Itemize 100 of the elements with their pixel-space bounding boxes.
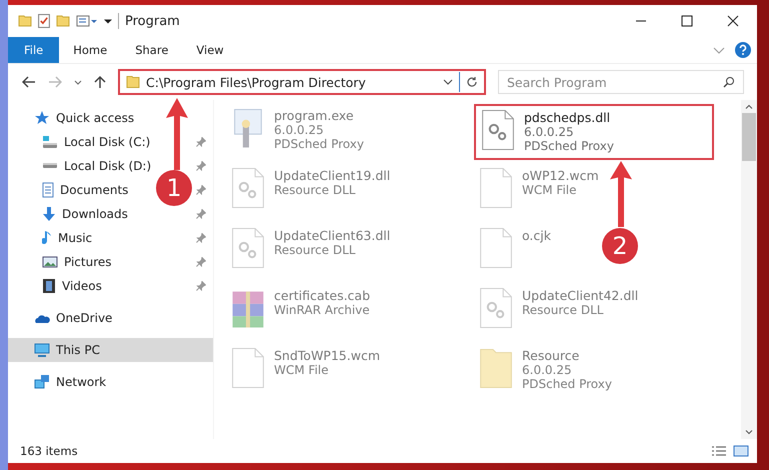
file-detail: PDSched Proxy <box>522 377 612 391</box>
properties-icon[interactable] <box>76 15 98 27</box>
ribbon-tab[interactable]: File <box>8 37 60 63</box>
file-name: o.cjk <box>522 228 551 243</box>
chevron-down-icon[interactable] <box>74 80 82 84</box>
folder-icon <box>480 348 512 388</box>
pin-icon[interactable] <box>196 185 206 195</box>
pin-icon[interactable] <box>196 257 206 267</box>
ribbon-tab[interactable]: Share <box>121 37 182 63</box>
star-icon <box>34 111 50 125</box>
file-detail: WinRAR Archive <box>274 303 370 317</box>
network-icon <box>34 375 50 389</box>
scrollbar-thumb[interactable] <box>742 113 756 161</box>
annotation-arrow <box>166 98 188 170</box>
sidebar-label: OneDrive <box>56 311 112 325</box>
sidebar-label: Local Disk (C:) <box>64 135 150 149</box>
up-arrow-icon[interactable] <box>94 75 106 89</box>
sidebar-label: Videos <box>62 279 102 293</box>
gear-file-icon <box>480 288 512 328</box>
sidebar-label: Music <box>58 231 92 245</box>
sidebar-item[interactable]: Downloads <box>8 202 132 226</box>
blank-file-icon <box>480 228 512 268</box>
file-detail: Resource DLL <box>274 183 356 197</box>
refresh-icon[interactable] <box>466 76 478 88</box>
sidebar-label: Quick access <box>56 111 134 125</box>
sidebar-item[interactable]: Local Disk (C:) <box>8 130 154 154</box>
ribbon-tab[interactable]: View <box>182 37 238 63</box>
file-name: UpdateClient42.dll <box>522 288 638 303</box>
file-detail: Resource DLL <box>274 243 356 257</box>
blank-file-icon <box>232 348 264 388</box>
picture-icon <box>42 256 58 268</box>
sidebar-label: Downloads <box>62 207 128 221</box>
pin-icon[interactable] <box>196 161 206 171</box>
maximize-icon[interactable] <box>681 15 693 27</box>
file-item[interactable]: oWP12.wcm WCM File <box>474 164 605 220</box>
file-item[interactable]: o.cjk <box>474 224 557 280</box>
address-bar[interactable]: C:\Program Files\Program Directory <box>118 69 486 95</box>
file-item[interactable]: pdschedps.dll 6.0.0.25 PDSched Proxy <box>474 104 714 160</box>
sidebar-item[interactable]: Music <box>8 226 96 250</box>
help-icon[interactable] <box>735 42 751 58</box>
file-item[interactable]: UpdateClient42.dll Resource DLL <box>474 284 644 340</box>
sidebar-item[interactable]: This PC <box>8 338 213 362</box>
music-note-icon <box>42 230 52 246</box>
sidebar-item[interactable]: Network <box>8 370 110 394</box>
scroll-down-icon[interactable] <box>745 430 753 435</box>
sidebar-item[interactable]: Pictures <box>8 250 116 274</box>
item-count: 163 items <box>20 444 78 458</box>
file-item[interactable]: Resource 6.0.0.25 PDSched Proxy <box>474 344 618 400</box>
file-item[interactable]: certificates.cab WinRAR Archive <box>226 284 376 340</box>
sidebar-item[interactable]: Documents <box>8 178 132 202</box>
gear-file-icon <box>232 168 264 208</box>
details-view-icon[interactable] <box>711 446 727 456</box>
file-detail: 6.0.0.25 <box>522 363 573 377</box>
file-detail: Resource DLL <box>522 303 604 317</box>
file-item[interactable]: UpdateClient19.dll Resource DLL <box>226 164 396 220</box>
folder-icon <box>126 76 140 88</box>
gear-file-icon <box>482 110 514 150</box>
file-name: certificates.cab <box>274 288 370 303</box>
search-field[interactable]: Search Program <box>498 70 744 94</box>
scrollbar[interactable] <box>741 100 757 439</box>
sidebar-label: Local Disk (D:) <box>64 159 152 173</box>
scroll-up-icon[interactable] <box>745 104 753 109</box>
file-detail: WCM File <box>274 363 330 377</box>
ribbon-tab[interactable]: Home <box>59 37 122 63</box>
chevron-down-icon[interactable] <box>443 79 453 85</box>
drive-icon <box>42 136 58 148</box>
film-icon <box>42 278 56 294</box>
monitor-icon <box>34 343 50 357</box>
document-icon <box>42 182 54 198</box>
pin-icon[interactable] <box>196 281 206 291</box>
minimize-icon[interactable] <box>635 20 647 22</box>
pin-icon[interactable] <box>196 233 206 243</box>
close-icon[interactable] <box>727 15 739 27</box>
file-name: pdschedps.dll <box>524 110 612 125</box>
sidebar-label: Documents <box>60 183 128 197</box>
file-item[interactable]: UpdateClient63.dll Resource DLL <box>226 224 396 280</box>
file-detail: WCM File <box>522 183 578 197</box>
sidebar-item[interactable]: Quick access <box>8 106 138 130</box>
pin-icon[interactable] <box>196 137 206 147</box>
sidebar-label: Pictures <box>64 255 112 269</box>
file-detail: PDSched Proxy <box>524 139 614 153</box>
drive-icon <box>42 163 58 169</box>
sidebar-item[interactable]: Videos <box>8 274 106 298</box>
large-icons-view-icon[interactable] <box>733 445 749 457</box>
program-icon <box>232 108 264 148</box>
back-arrow-icon[interactable] <box>22 76 36 88</box>
dropdown-icon[interactable] <box>104 18 112 24</box>
file-item[interactable]: program.exe 6.0.0.25 PDSched Proxy <box>226 104 370 160</box>
sidebar-label: This PC <box>56 343 100 357</box>
file-detail: PDSched Proxy <box>274 137 364 151</box>
sidebar-item[interactable]: Local Disk (D:) <box>8 154 156 178</box>
sidebar-item[interactable]: OneDrive <box>8 306 116 330</box>
annotation-arrow <box>610 161 632 227</box>
address-path: C:\Program Files\Program Directory <box>146 74 367 90</box>
file-name: SndToWP15.wcm <box>274 348 380 363</box>
file-name: oWP12.wcm <box>522 168 599 183</box>
file-item[interactable]: SndToWP15.wcm WCM File <box>226 344 386 400</box>
checkmark-icon[interactable] <box>38 14 50 28</box>
window-title: Program <box>125 14 180 28</box>
pin-icon[interactable] <box>196 209 206 219</box>
